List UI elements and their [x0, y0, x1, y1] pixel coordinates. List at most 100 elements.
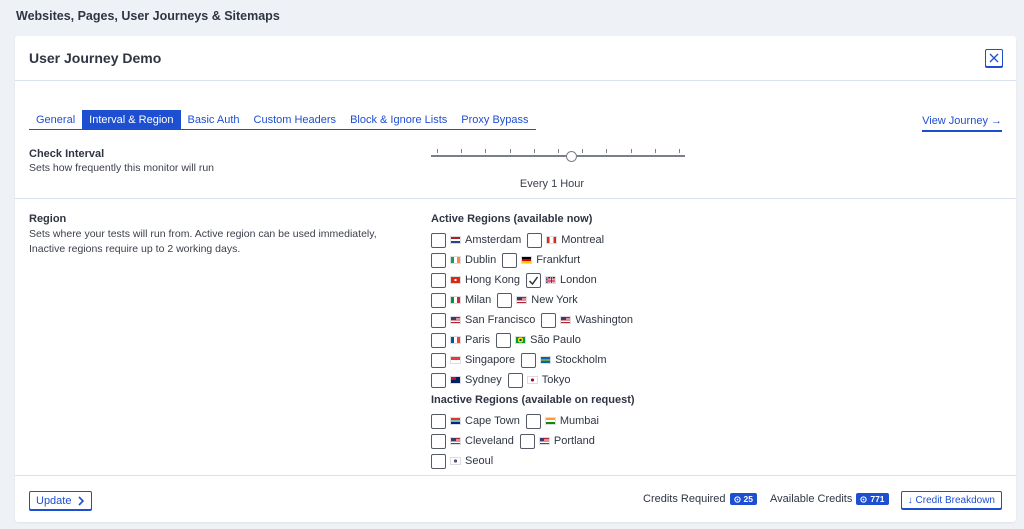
interval-slider[interactable]: [431, 148, 685, 168]
interval-value: Every 1 Hour: [519, 178, 585, 190]
view-journey-link[interactable]: View Journey →: [922, 115, 1002, 132]
slider-tick: [630, 149, 632, 153]
region-name: Seoul: [465, 455, 494, 467]
region-checkbox[interactable]: [431, 312, 446, 328]
region-checkbox[interactable]: [525, 413, 541, 429]
region-checkbox[interactable]: [431, 413, 446, 429]
flag-it-icon: [450, 296, 461, 304]
region-sydney[interactable]: Sydney: [431, 372, 502, 388]
close-icon: [989, 53, 999, 63]
flag-us-icon: [450, 437, 461, 445]
region-paris[interactable]: Paris: [431, 332, 491, 348]
flag-nl-icon: [450, 236, 461, 244]
region-seoul[interactable]: Seoul: [431, 453, 494, 469]
region-singapore[interactable]: Singapore: [431, 352, 515, 368]
region-checkbox[interactable]: [431, 433, 446, 449]
region-row: Seoul: [431, 453, 499, 469]
flag-za-icon: [450, 417, 461, 425]
region-frankfurt[interactable]: Frankfurt: [502, 252, 581, 268]
region-checkbox[interactable]: [431, 232, 446, 248]
region-checkbox[interactable]: [507, 372, 523, 388]
region-checkbox[interactable]: [496, 332, 512, 348]
tab-general[interactable]: General: [29, 110, 82, 130]
region-row: Singapore Stockholm: [431, 352, 613, 368]
flag-us-icon: [560, 316, 572, 324]
region-washington[interactable]: Washington: [541, 312, 633, 328]
region-stockholm[interactable]: Stockholm: [521, 352, 607, 368]
region-name: New York: [531, 294, 578, 306]
region-tokyo[interactable]: Tokyo: [507, 372, 570, 388]
tab-proxy-bypass[interactable]: Proxy Bypass: [454, 110, 535, 130]
region-name: Frankfurt: [536, 254, 581, 266]
journey-settings-panel: User Journey Demo General Interval & Regi…: [15, 36, 1016, 522]
region-hong-kong[interactable]: Hong Kong: [431, 272, 521, 288]
region-name: Stockholm: [555, 354, 607, 366]
region-checkbox[interactable]: [519, 433, 535, 449]
check-icon: [529, 276, 539, 285]
region-checkbox[interactable]: [497, 292, 513, 308]
flag-hk-icon: [450, 276, 461, 284]
region-name: Cleveland: [465, 435, 514, 447]
flag-us-icon: [538, 437, 550, 445]
tab-bar: General Interval & Region Basic Auth Custom…: [29, 110, 536, 130]
flag-sg-icon: [450, 356, 461, 364]
region-checkbox[interactable]: [431, 453, 446, 469]
region-row: San Francisco Washington: [431, 312, 639, 328]
region-portland[interactable]: Portland: [519, 433, 595, 449]
footer-divider: [15, 475, 1016, 476]
flag-se-icon: [540, 356, 552, 364]
region-name: Milan: [465, 294, 492, 306]
region-montreal[interactable]: Montreal: [527, 232, 604, 248]
region-checkbox[interactable]: [527, 232, 543, 248]
region-name: Portland: [553, 435, 595, 447]
flag-au-icon: [450, 376, 461, 384]
region-checkbox[interactable]: [502, 252, 518, 268]
region-checkbox[interactable]: [431, 332, 446, 348]
region-checkbox[interactable]: [431, 272, 446, 288]
region-name: Hong Kong: [465, 274, 521, 286]
region-checkbox[interactable]: [431, 352, 446, 368]
region-checkbox[interactable]: [431, 252, 446, 268]
region-milan[interactable]: Milan: [431, 292, 492, 308]
update-button[interactable]: Update: [29, 491, 93, 510]
slider-thumb[interactable]: [565, 151, 577, 162]
region-checkbox[interactable]: [431, 372, 446, 388]
region-checkbox[interactable]: [521, 352, 537, 368]
region-london[interactable]: London: [526, 272, 597, 288]
flag-us-icon: [516, 296, 528, 304]
available-credits: Available Credits 771: [770, 493, 889, 505]
region-name: Washington: [575, 314, 633, 326]
slider-tick: [485, 149, 487, 153]
region-checkbox[interactable]: [526, 272, 542, 288]
tab-interval-region[interactable]: Interval & Region: [82, 110, 181, 130]
region-s-o-paulo[interactable]: São Paulo: [496, 332, 581, 348]
close-button[interactable]: [985, 49, 1003, 67]
region-cleveland[interactable]: Cleveland: [431, 433, 514, 449]
region-row: Dublin Frankfurt: [431, 252, 586, 268]
region-dublin[interactable]: Dublin: [431, 252, 497, 268]
region-san-francisco[interactable]: San Francisco: [431, 312, 535, 328]
chevron-right-icon: [78, 495, 85, 506]
region-amsterdam[interactable]: Amsterdam: [431, 232, 521, 248]
coin-icon: [860, 495, 867, 503]
region-mumbai[interactable]: Mumbai: [525, 413, 599, 429]
region-row: Hong Kong London: [431, 272, 603, 288]
tab-custom-headers[interactable]: Custom Headers: [247, 110, 344, 130]
tab-block-ignore-lists[interactable]: Block & Ignore Lists: [343, 110, 454, 130]
region-new-york[interactable]: New York: [497, 292, 578, 308]
region-name: Paris: [465, 334, 491, 346]
panel-title: User Journey Demo: [29, 50, 162, 66]
region-name: Dublin: [465, 254, 497, 266]
update-button-label: Update: [36, 494, 72, 507]
slider-tick: [558, 149, 559, 153]
region-checkbox[interactable]: [541, 312, 557, 328]
available-credits-value: 771: [870, 494, 885, 504]
region-cape-town[interactable]: Cape Town: [431, 413, 520, 429]
slider-track: [431, 155, 685, 157]
region-checkbox[interactable]: [431, 292, 446, 308]
region-row: Cape Town Mumbai: [431, 413, 605, 429]
flag-us-icon: [450, 316, 461, 324]
tab-basic-auth[interactable]: Basic Auth: [181, 110, 247, 130]
credit-breakdown-button[interactable]: ↓ Credit Breakdown: [900, 491, 1002, 509]
section-divider: [15, 198, 1016, 199]
